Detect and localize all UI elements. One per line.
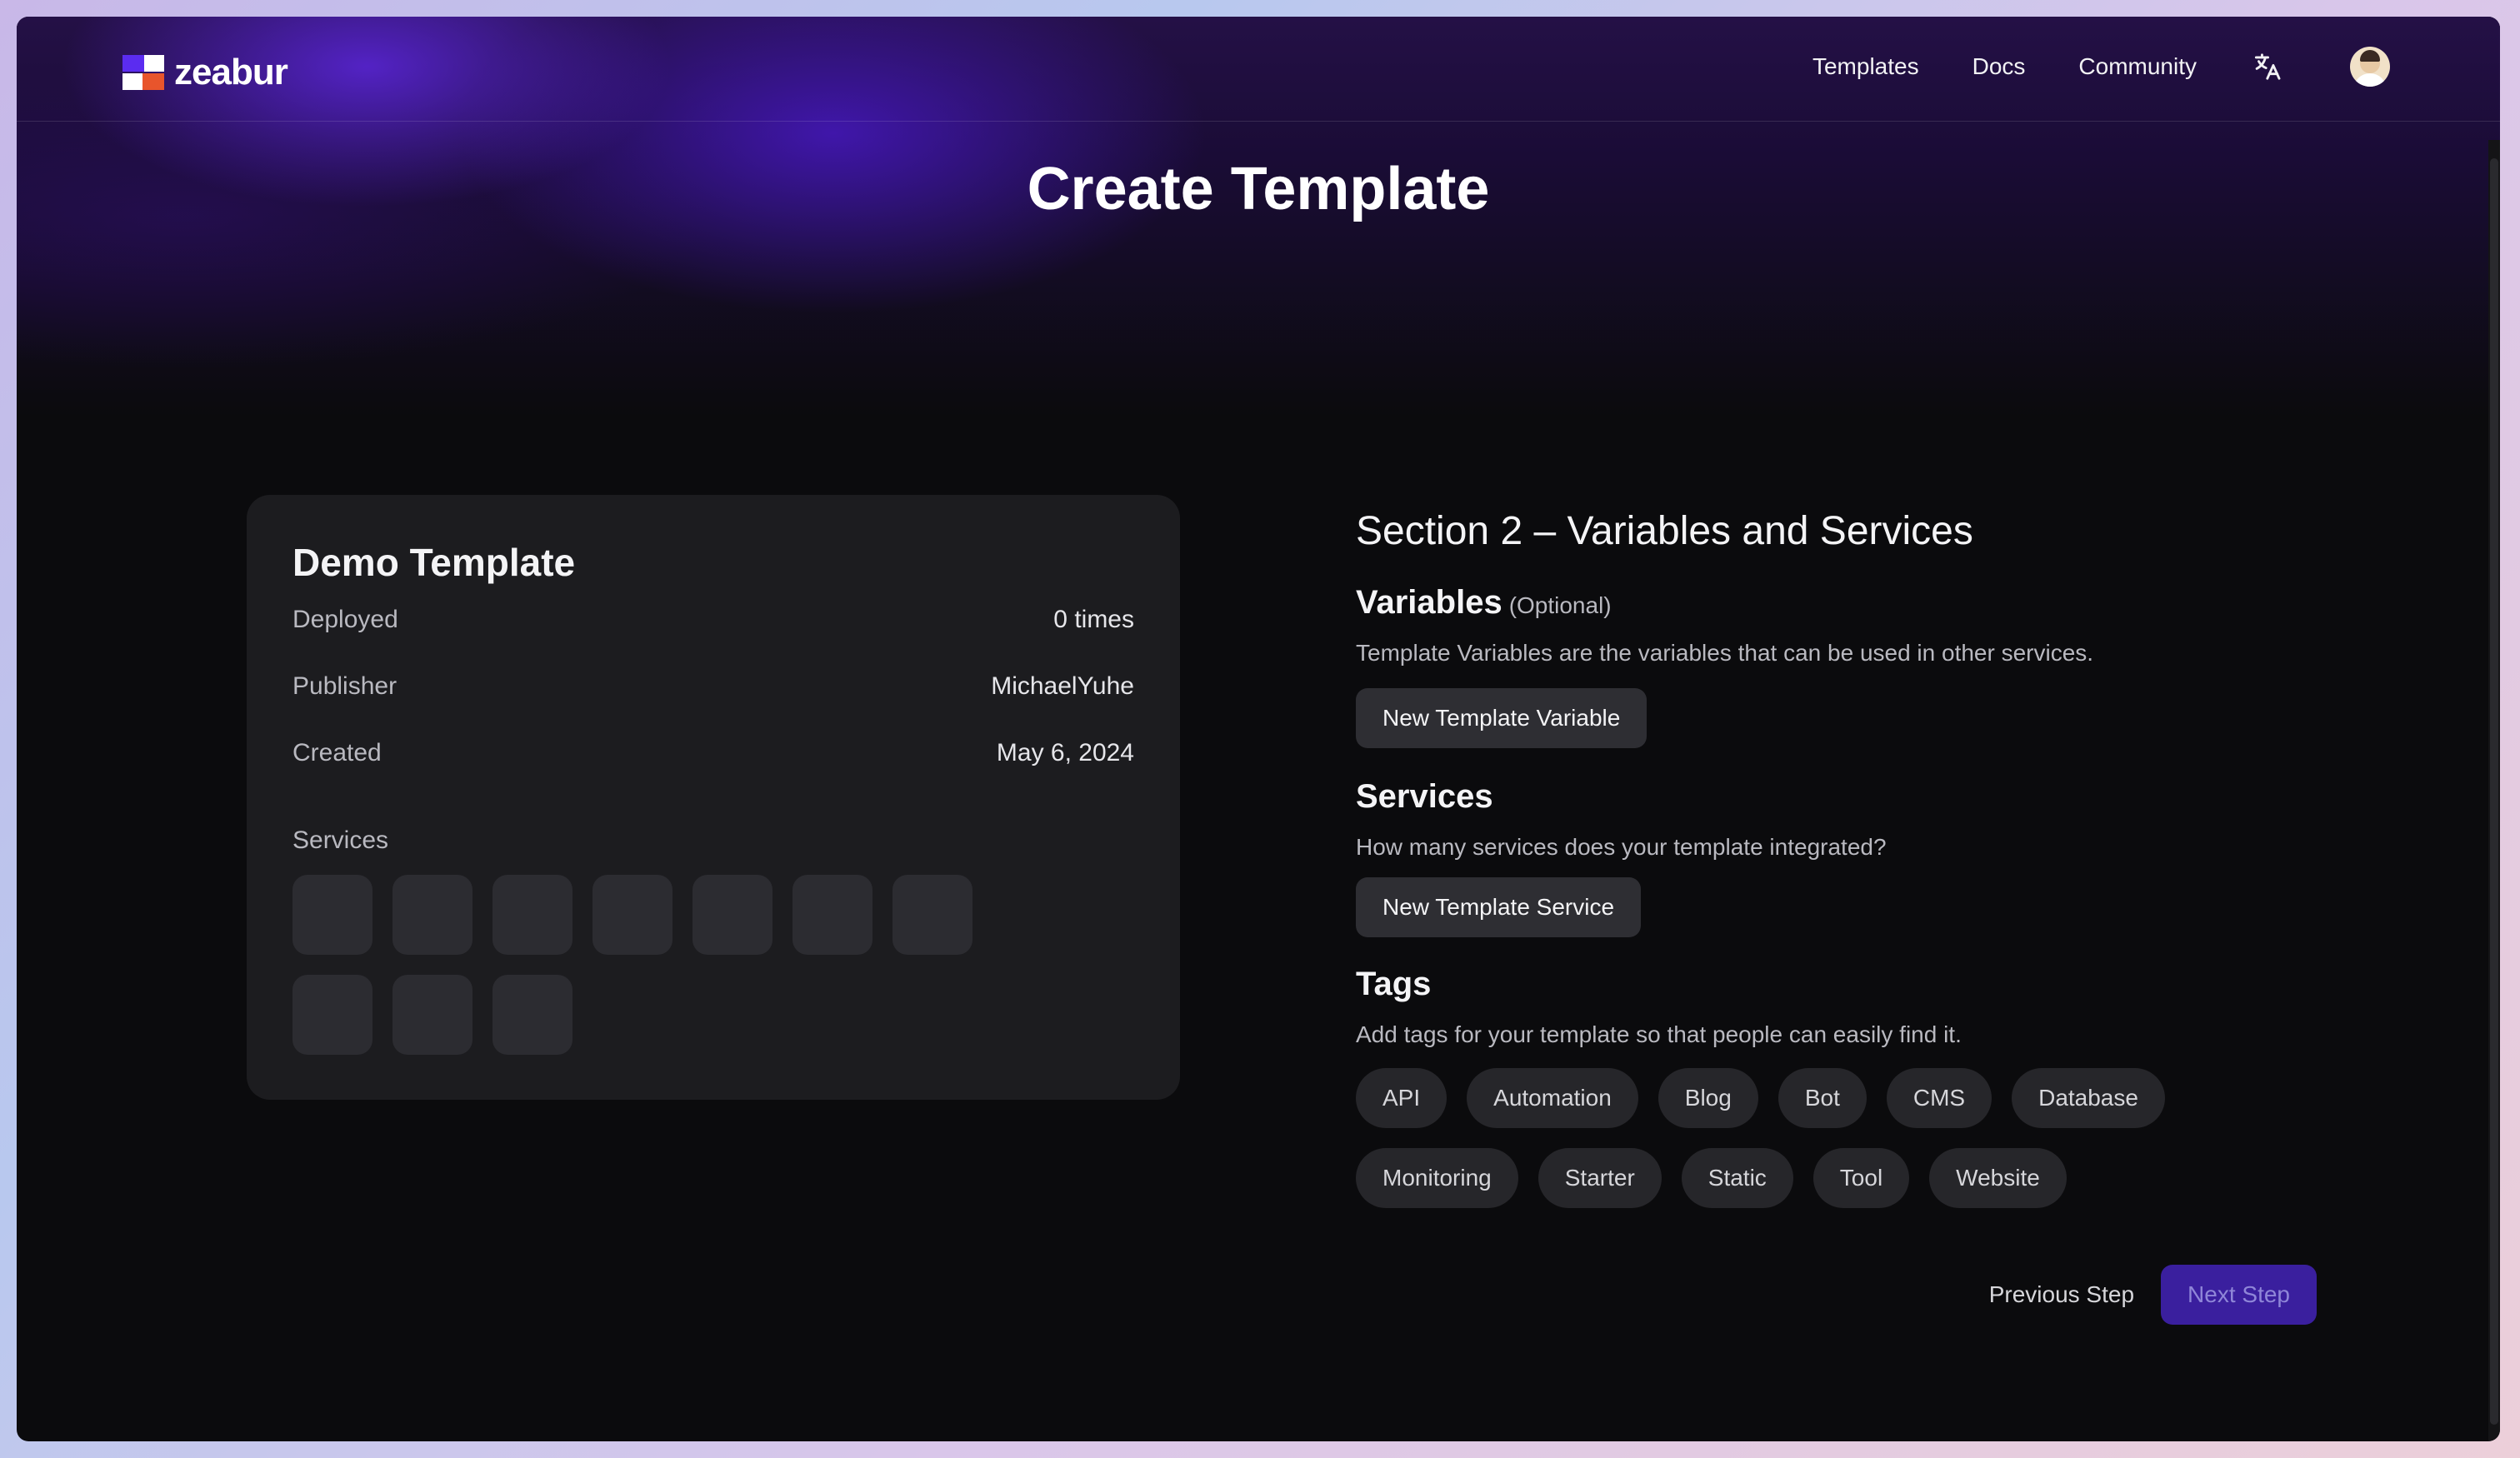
- deployed-label: Deployed: [292, 606, 398, 633]
- tag-list: API Automation Blog Bot CMS Database Mon…: [1356, 1068, 2222, 1208]
- template-preview-card: Demo Template Deployed 0 times Publisher…: [247, 495, 1180, 1100]
- info-row-created: Created May 6, 2024: [292, 739, 1134, 767]
- tags-description: Add tags for your template so that peopl…: [1356, 1021, 1962, 1047]
- tag-static[interactable]: Static: [1681, 1148, 1793, 1208]
- browser-window: zeabur Templates Docs Community Create T…: [17, 17, 2500, 1441]
- variables-services-section: Section 2 – Variables and Services Varia…: [1356, 508, 2317, 1325]
- tag-bot[interactable]: Bot: [1778, 1068, 1867, 1128]
- new-template-service-button[interactable]: New Template Service: [1356, 877, 1642, 937]
- tag-starter[interactable]: Starter: [1538, 1148, 1662, 1208]
- variables-heading-row: Variables (Optional): [1356, 584, 2289, 622]
- tag-website[interactable]: Website: [1929, 1148, 2067, 1208]
- previous-step-button[interactable]: Previous Step: [1989, 1281, 2134, 1308]
- zeabur-logo[interactable]: zeabur: [122, 52, 288, 93]
- service-placeholder: [492, 975, 572, 1055]
- tag-database[interactable]: Database: [2012, 1068, 2165, 1128]
- service-placeholder: [592, 875, 672, 955]
- zeabur-logo-icon: [122, 55, 166, 90]
- service-placeholder: [292, 975, 372, 1055]
- info-row-deployed: Deployed 0 times: [292, 606, 1134, 634]
- service-placeholder: [492, 875, 572, 955]
- info-row-publisher: Publisher MichaelYuhe: [292, 672, 1134, 701]
- publisher-value: MichaelYuhe: [991, 672, 1134, 700]
- services-heading: Services: [1356, 778, 1493, 815]
- translate-icon[interactable]: [2250, 50, 2283, 83]
- scrollbar-thumb[interactable]: [2490, 158, 2498, 1425]
- service-icon-grid: [292, 875, 984, 1055]
- services-label: Services: [292, 826, 389, 854]
- tag-automation[interactable]: Automation: [1467, 1068, 1638, 1128]
- step-actions: Previous Step Next Step: [1989, 1265, 2317, 1325]
- service-placeholder: [692, 875, 772, 955]
- new-template-variable-button[interactable]: New Template Variable: [1356, 688, 1648, 748]
- nav-link-community[interactable]: Community: [2078, 53, 2197, 80]
- created-label: Created: [292, 739, 382, 766]
- nav-link-docs[interactable]: Docs: [1972, 53, 2026, 80]
- service-placeholder: [392, 875, 472, 955]
- tag-api[interactable]: API: [1356, 1068, 1448, 1128]
- tag-blog[interactable]: Blog: [1658, 1068, 1758, 1128]
- tag-monitoring[interactable]: Monitoring: [1356, 1148, 1518, 1208]
- next-step-button[interactable]: Next Step: [2161, 1265, 2317, 1325]
- nav-links: Templates Docs Community: [1812, 47, 2390, 87]
- tags-heading: Tags: [1356, 966, 1432, 1002]
- publisher-label: Publisher: [292, 672, 398, 700]
- optional-label: (Optional): [1508, 592, 1612, 618]
- deployed-value: 0 times: [1053, 606, 1134, 633]
- service-placeholder: [892, 875, 972, 955]
- top-navbar: zeabur Templates Docs Community: [17, 17, 2500, 122]
- variables-heading: Variables: [1356, 584, 1502, 621]
- tag-tool[interactable]: Tool: [1812, 1148, 1910, 1208]
- tag-cms[interactable]: CMS: [1886, 1068, 1992, 1128]
- nav-link-templates[interactable]: Templates: [1812, 53, 1919, 80]
- created-value: May 6, 2024: [996, 739, 1134, 766]
- variables-description: Template Variables are the variables tha…: [1356, 640, 2094, 666]
- user-avatar[interactable]: [2350, 47, 2390, 87]
- section-title: Section 2 – Variables and Services: [1356, 509, 1973, 553]
- logo-text: zeabur: [174, 52, 288, 92]
- service-placeholder: [792, 875, 872, 955]
- service-placeholder: [392, 975, 472, 1055]
- page-title: Create Template: [1027, 156, 1490, 222]
- service-placeholder: [292, 875, 372, 955]
- template-name: Demo Template: [292, 541, 576, 584]
- services-description: How many services does your template int…: [1356, 834, 1887, 860]
